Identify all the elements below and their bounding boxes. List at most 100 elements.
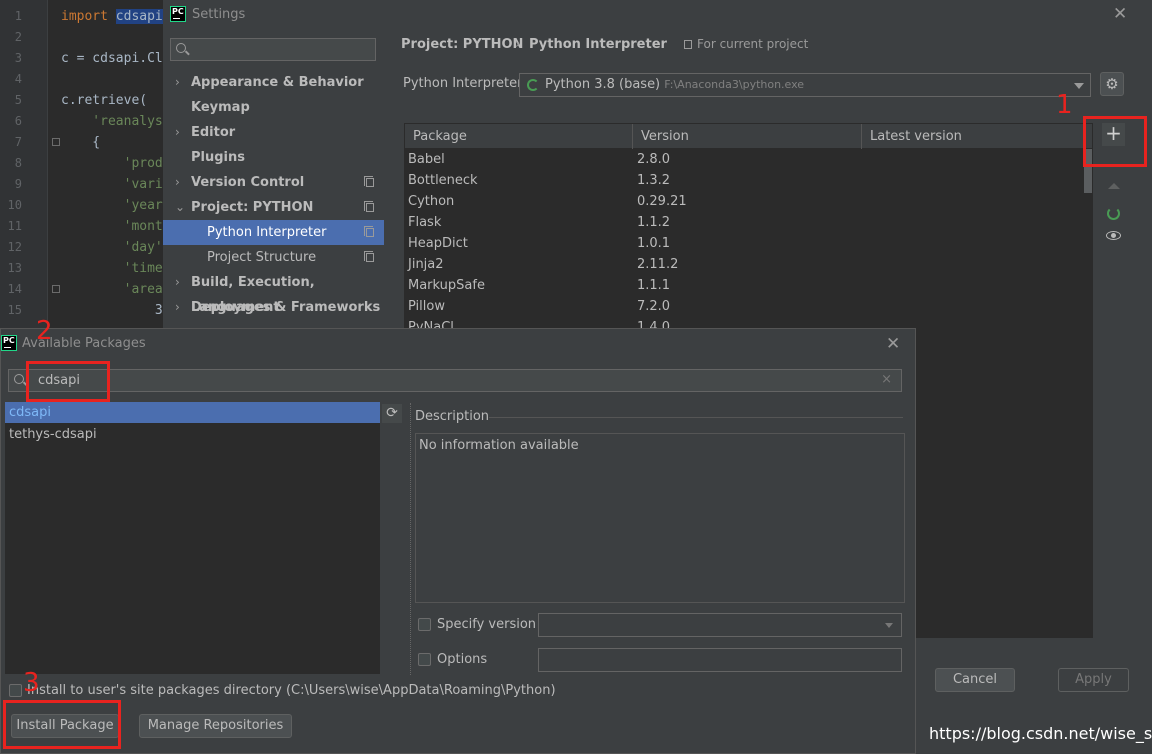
clear-search-icon[interactable]: × — [881, 372, 892, 387]
project-scope-icon — [364, 201, 374, 212]
interpreter-select[interactable]: Python 3.8 (base) F:\Anaconda3\python.ex… — [519, 73, 1091, 97]
package-table-header: Package Version Latest version — [405, 124, 1092, 149]
code-line[interactable]: 1 import cdsapi — [0, 6, 170, 27]
sidebar-item-plugins[interactable]: Plugins — [163, 145, 384, 170]
package-name: MarkupSafe — [408, 278, 485, 293]
package-version: 1.3.2 — [637, 173, 671, 188]
code-line[interactable]: 10 'year — [0, 195, 170, 216]
sidebar-item-appearance-behavior[interactable]: › Appearance & Behavior — [163, 70, 384, 95]
code-text: c = cdsapi.Cl — [61, 51, 163, 66]
package-version: 1.1.2 — [637, 215, 671, 230]
code-text: c.retrieve( — [61, 93, 148, 108]
upgrade-package-icon[interactable] — [1108, 183, 1120, 189]
description-divider — [489, 417, 903, 418]
table-row[interactable]: HeapDict 1.0.1 — [405, 233, 1092, 254]
code-line[interactable]: 5 c.retrieve( — [0, 90, 170, 111]
line-number: 8 — [14, 156, 22, 170]
table-row[interactable]: Babel 2.8.0 — [405, 149, 1092, 170]
chevron-right-icon[interactable]: › — [175, 295, 180, 320]
code-line[interactable]: 7 { — [0, 132, 170, 153]
code-line[interactable]: 3 c = cdsapi.Cl — [0, 48, 170, 69]
line-number: 13 — [7, 261, 22, 275]
table-row[interactable]: MarkupSafe 1.1.1 — [405, 275, 1092, 296]
interpreter-name: Python 3.8 (base) — [545, 77, 661, 92]
code-line[interactable]: 2 — [0, 27, 170, 48]
cancel-button[interactable]: Cancel — [935, 668, 1015, 692]
code-text: 'area — [61, 282, 163, 297]
sidebar-item-python-interpreter[interactable]: Python Interpreter — [163, 220, 384, 245]
settings-close-icon[interactable]: ✕ — [1113, 6, 1127, 23]
user-site-checkbox[interactable] — [9, 684, 22, 697]
table-row[interactable]: Pillow 7.2.0 — [405, 296, 1092, 317]
sidebar-item-editor[interactable]: › Editor — [163, 120, 384, 145]
table-row[interactable]: Bottleneck 1.3.2 — [405, 170, 1092, 191]
sidebar-item-label: Project: PYTHON — [191, 200, 314, 215]
specify-version-checkbox[interactable] — [418, 618, 431, 631]
available-package-list[interactable]: cdsapi tethys-cdsapi — [5, 402, 380, 674]
code-text: 'vari — [61, 177, 163, 192]
chevron-down-icon[interactable] — [1074, 83, 1084, 89]
eye-icon[interactable] — [1106, 231, 1121, 240]
available-packages-close-icon[interactable]: ✕ — [886, 336, 900, 353]
code-line[interactable]: 15 3 — [0, 300, 170, 321]
code-text: 'reanalys — [61, 114, 163, 129]
list-item[interactable]: cdsapi — [5, 402, 380, 423]
chevron-down-icon[interactable] — [885, 623, 893, 628]
refresh-icon[interactable] — [1107, 207, 1120, 220]
code-line[interactable]: 13 'time — [0, 258, 170, 279]
list-item[interactable]: tethys-cdsapi — [5, 424, 380, 445]
options-label[interactable]: Options — [437, 652, 487, 667]
chevron-right-icon[interactable]: › — [175, 120, 180, 145]
version-select[interactable] — [538, 613, 902, 637]
code-line[interactable]: 4 — [0, 69, 170, 90]
table-row[interactable]: Cython 0.29.21 — [405, 191, 1092, 212]
options-checkbox[interactable] — [418, 653, 431, 666]
sidebar-item-label: Appearance & Behavior — [191, 75, 364, 90]
chevron-right-icon[interactable]: › — [175, 270, 180, 295]
code-line[interactable]: 8 'prod — [0, 153, 170, 174]
splitter-handle[interactable] — [410, 403, 413, 675]
code-highlight: cdsapi — [115, 9, 163, 24]
annotation-box-2 — [26, 361, 110, 402]
code-line[interactable]: 14 'area — [0, 279, 170, 300]
apply-button[interactable]: Apply — [1058, 668, 1129, 692]
package-name: Babel — [408, 152, 445, 167]
package-search-input[interactable]: cdsapi × — [8, 369, 902, 392]
for-current-project: For current project — [684, 37, 808, 51]
settings-search-input[interactable] — [170, 38, 376, 61]
options-input[interactable] — [538, 648, 902, 672]
sidebar-item-languages-frameworks[interactable]: › Languages & Frameworks — [163, 295, 384, 320]
column-header-version[interactable]: Version — [633, 124, 862, 149]
code-line[interactable]: 12 'day' — [0, 237, 170, 258]
sidebar-item-version-control[interactable]: › Version Control — [163, 170, 384, 195]
fold-marker-icon[interactable] — [52, 285, 60, 293]
sidebar-item-project-python[interactable]: ⌄ Project: PYTHON — [163, 195, 384, 220]
line-number: 4 — [14, 72, 22, 86]
chevron-right-icon[interactable]: › — [175, 170, 180, 195]
breadcrumb-project[interactable]: Project: PYTHON — [401, 37, 523, 52]
annotation-box-3 — [3, 700, 121, 749]
search-icon — [14, 374, 24, 384]
specify-version-label[interactable]: Specify version — [437, 617, 536, 632]
column-header-package[interactable]: Package — [405, 124, 633, 149]
breadcrumb-page: Python Interpreter — [529, 37, 667, 52]
column-header-latest-version[interactable]: Latest version — [862, 124, 1092, 149]
pycharm-logo-icon: PC — [170, 6, 186, 22]
table-row[interactable]: Jinja2 2.11.2 — [405, 254, 1092, 275]
chevron-down-icon[interactable]: ⌄ — [175, 195, 185, 220]
gear-icon[interactable]: ⚙ — [1100, 72, 1124, 96]
table-row[interactable]: Flask 1.1.2 — [405, 212, 1092, 233]
reload-list-icon[interactable]: ⟳ — [382, 404, 402, 423]
sidebar-item-build-execution-deployment[interactable]: › Build, Execution, Deployment — [163, 270, 384, 315]
manage-repositories-button[interactable]: Manage Repositories — [139, 714, 292, 738]
sidebar-item-label: Version Control — [191, 175, 305, 190]
fold-marker-icon[interactable] — [52, 138, 60, 146]
chevron-right-icon[interactable]: › — [175, 70, 180, 95]
sidebar-item-keymap[interactable]: Keymap — [163, 95, 384, 120]
sidebar-item-project-structure[interactable]: Project Structure — [163, 245, 384, 270]
user-site-label[interactable]: Install to user's site packages director… — [27, 683, 556, 698]
code-line[interactable]: 9 'vari — [0, 174, 170, 195]
code-line[interactable]: 11 'mont — [0, 216, 170, 237]
code-line[interactable]: 6 'reanalys — [0, 111, 170, 132]
code-text: 'prod — [61, 156, 163, 171]
